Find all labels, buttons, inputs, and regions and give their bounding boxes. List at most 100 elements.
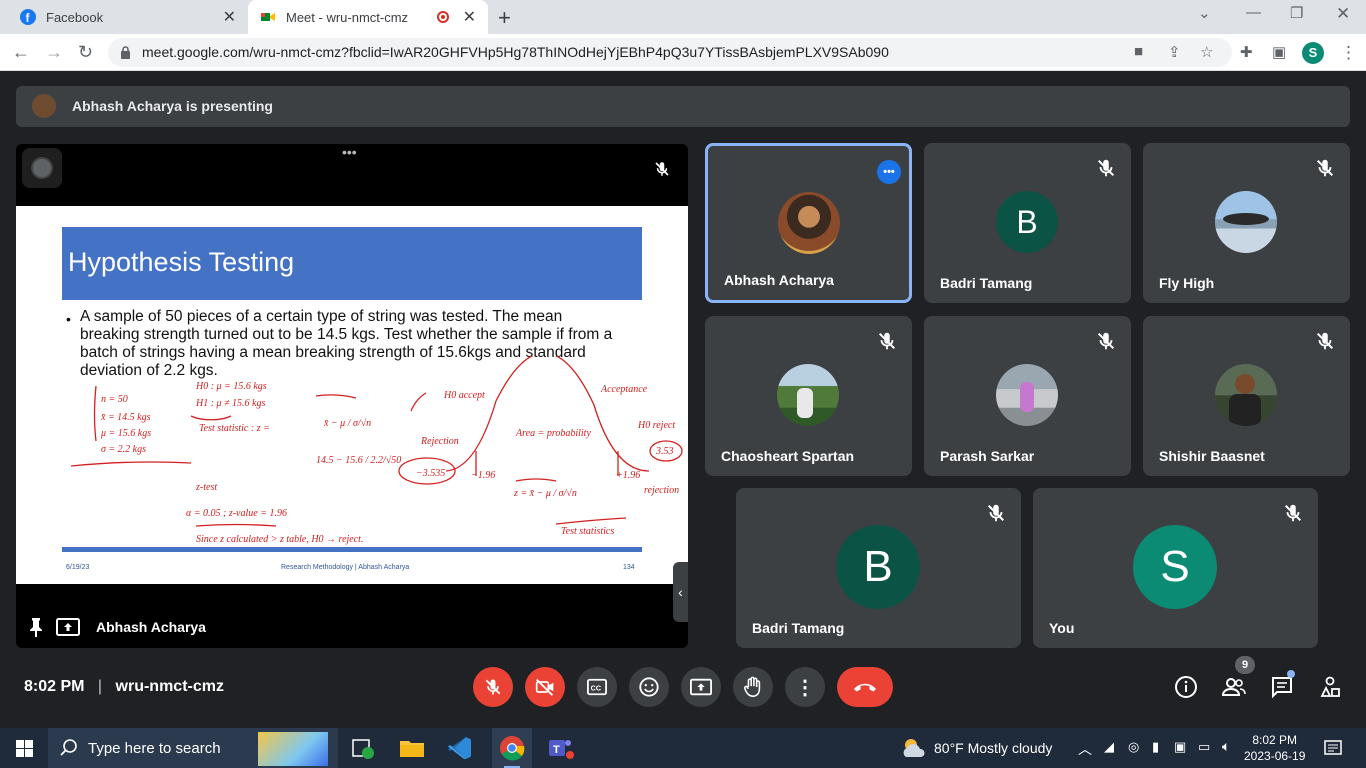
participant-tile-parash[interactable]: Parash Sarkar bbox=[924, 316, 1131, 476]
reactions-button[interactable] bbox=[629, 667, 669, 707]
svg-text:H0 : μ = 15.6 kgs: H0 : μ = 15.6 kgs bbox=[195, 381, 267, 392]
tab-facebook[interactable]: f Facebook ✕ bbox=[8, 0, 248, 34]
minimize-icon[interactable]: — bbox=[1246, 4, 1261, 21]
slide-page-number: 134 bbox=[623, 564, 635, 571]
meeting-details-icon[interactable] bbox=[1174, 675, 1198, 699]
chrome-taskbar-button[interactable] bbox=[492, 728, 532, 768]
svg-text:Rejection: Rejection bbox=[420, 436, 459, 447]
participant-tile-badri-2[interactable]: B Badri Tamang bbox=[736, 488, 1021, 648]
tab-search-icon[interactable]: ⌄ bbox=[1198, 4, 1211, 22]
participant-name: Badri Tamang bbox=[752, 620, 845, 636]
more-options-icon[interactable]: ••• bbox=[877, 160, 901, 184]
back-icon[interactable]: ← bbox=[12, 42, 30, 63]
present-screen-icon bbox=[690, 678, 712, 696]
participant-avatar bbox=[1215, 191, 1277, 253]
facebook-icon: f bbox=[20, 9, 36, 25]
restore-icon[interactable]: ❐ bbox=[1290, 4, 1303, 22]
captions-button[interactable]: CC bbox=[577, 667, 617, 707]
taskbar-clock[interactable]: 8:02 PM 2023-06-19 bbox=[1244, 732, 1305, 764]
presenter-avatar bbox=[32, 94, 56, 118]
slide-title-bar: Hypothesis Testing bbox=[62, 227, 642, 300]
present-now-button[interactable] bbox=[681, 667, 721, 707]
participant-avatar bbox=[996, 364, 1058, 426]
mic-toggle-button[interactable] bbox=[473, 667, 513, 707]
file-explorer-icon[interactable] bbox=[398, 734, 426, 762]
profile-avatar[interactable]: S bbox=[1302, 42, 1324, 64]
close-tab-icon[interactable]: ✕ bbox=[223, 7, 236, 27]
search-highlight-image bbox=[258, 732, 328, 766]
svg-text:μ = 15.6 kgs: μ = 15.6 kgs bbox=[100, 428, 151, 439]
notifications-icon[interactable] bbox=[1324, 739, 1342, 757]
svg-text:σ = 2.2 kgs: σ = 2.2 kgs bbox=[101, 444, 146, 455]
teams-icon[interactable]: T bbox=[546, 734, 574, 762]
weather-text[interactable]: 80°F Mostly cloudy bbox=[934, 740, 1052, 756]
close-window-icon[interactable]: ✕ bbox=[1336, 4, 1350, 24]
people-button[interactable] bbox=[1221, 675, 1247, 699]
browser-menu-icon[interactable]: ⋮ bbox=[1340, 43, 1357, 63]
lock-icon[interactable] bbox=[120, 46, 131, 59]
participant-tile-fly-high[interactable]: Fly High bbox=[1143, 143, 1350, 303]
camera-toggle-button[interactable] bbox=[525, 667, 565, 707]
participant-tile-shishir[interactable]: Shishir Baasnet bbox=[1143, 316, 1350, 476]
mic-off-icon bbox=[485, 679, 501, 695]
activities-icon[interactable] bbox=[1318, 675, 1342, 699]
separator: | bbox=[97, 678, 103, 695]
collapse-side-panel-button[interactable]: ‹ bbox=[673, 562, 688, 622]
omnibox[interactable]: meet.google.com/wru-nmct-cmz?fbclid=IwAR… bbox=[108, 38, 1232, 67]
volume-icon[interactable]: 🔈︎ bbox=[1222, 738, 1230, 755]
share-icon[interactable]: ⇪ bbox=[1168, 43, 1181, 61]
display-icon: ▣ bbox=[1174, 739, 1187, 754]
svg-text:x̄ = 14.5 kgs: x̄ = 14.5 kgs bbox=[100, 412, 151, 423]
svg-text:H1 : μ ≠ 15.6 kgs: H1 : μ ≠ 15.6 kgs bbox=[195, 398, 265, 409]
svg-text:x̄ − μ / σ/√n: x̄ − μ / σ/√n bbox=[323, 418, 371, 429]
svg-text:Since z calculated > z table,: Since z calculated > z table, H0 → rejec… bbox=[196, 534, 363, 545]
raise-hand-icon bbox=[743, 676, 761, 697]
tab-meet[interactable]: Meet - wru-nmct-cmz ✕ bbox=[248, 0, 488, 34]
side-panel-icon[interactable]: ▣ bbox=[1272, 43, 1286, 61]
camera-in-use-icon[interactable]: ■ bbox=[1134, 43, 1143, 60]
presenting-banner: Abhash Acharya is presenting bbox=[16, 86, 1350, 127]
drag-handle-icon[interactable]: ••• bbox=[342, 144, 357, 160]
taskbar-search[interactable]: Type here to search bbox=[48, 728, 338, 768]
svg-text:+1.96: +1.96 bbox=[616, 470, 640, 481]
participant-initial: B bbox=[996, 191, 1058, 253]
svg-text:−1.96: −1.96 bbox=[471, 470, 495, 481]
location-icon: ◎ bbox=[1128, 739, 1140, 754]
bookmark-star-icon[interactable]: ☆ bbox=[1200, 43, 1213, 61]
participant-tile-chaosheart[interactable]: Chaosheart Spartan bbox=[705, 316, 912, 476]
emoji-icon bbox=[639, 677, 659, 697]
url-text[interactable]: meet.google.com/wru-nmct-cmz?fbclid=IwAR… bbox=[142, 44, 889, 60]
battery-icon[interactable]: ▭ bbox=[1198, 739, 1210, 755]
participant-initial: S bbox=[1133, 525, 1217, 609]
chat-icon[interactable] bbox=[1270, 675, 1294, 699]
mic-off-icon bbox=[1316, 332, 1334, 350]
windows-start-icon[interactable] bbox=[16, 740, 33, 757]
vscode-icon[interactable] bbox=[446, 734, 474, 762]
bullet-icon: • bbox=[66, 311, 71, 327]
close-tab-icon[interactable]: ✕ bbox=[463, 7, 476, 27]
network-icon[interactable]: ◢ bbox=[1104, 739, 1114, 755]
raise-hand-button[interactable] bbox=[733, 667, 773, 707]
forward-icon[interactable]: → bbox=[45, 42, 63, 63]
participant-tile-you[interactable]: S You bbox=[1033, 488, 1318, 648]
clock-date: 2023-06-19 bbox=[1244, 749, 1306, 763]
main-tile-name: Abhash Acharya bbox=[96, 619, 206, 635]
presentation-tile[interactable]: ••• Hypothesis Testing • A sample of 50 … bbox=[16, 144, 688, 648]
pin-icon[interactable] bbox=[28, 617, 44, 637]
extensions-icon[interactable]: ✚ bbox=[1240, 43, 1253, 61]
leave-call-button[interactable] bbox=[837, 667, 893, 707]
weather-cloudy-icon[interactable] bbox=[900, 737, 928, 759]
chat-unread-dot bbox=[1287, 670, 1295, 678]
windows-taskbar: Type here to search T 80°F Mostly cloudy… bbox=[0, 728, 1366, 768]
slide-footer-date: 6/19/23 bbox=[66, 564, 90, 571]
self-view-minimized[interactable] bbox=[22, 148, 62, 188]
participant-tile-badri[interactable]: B Badri Tamang bbox=[924, 143, 1131, 303]
participant-tile-abhash[interactable]: ••• Abhash Acharya bbox=[705, 143, 912, 303]
slide-footer-center: Research Methodology | Abhash Acharya bbox=[281, 564, 410, 571]
more-options-button[interactable]: ⋮ bbox=[785, 667, 825, 707]
svg-text:Test statistics: Test statistics bbox=[561, 526, 614, 537]
new-tab-icon[interactable]: + bbox=[498, 5, 511, 31]
reload-icon[interactable]: ↻ bbox=[78, 42, 93, 63]
show-hidden-icons-icon[interactable]: ︿ bbox=[1078, 739, 1092, 759]
task-view-icon[interactable] bbox=[350, 734, 378, 762]
